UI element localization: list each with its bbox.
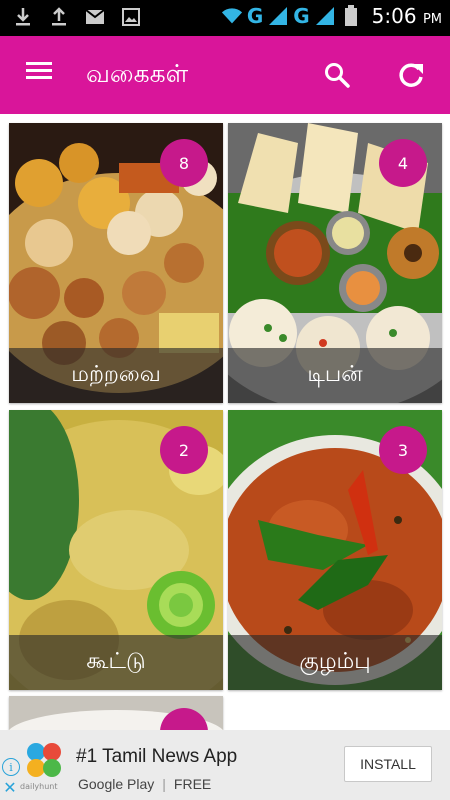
ad-info-icon[interactable]: i (2, 758, 20, 776)
ad-brand: dailyhunt (20, 782, 58, 791)
ad-subtitle: Google Play | FREE (78, 776, 212, 792)
signal-icon (267, 5, 289, 27)
wifi-icon (221, 5, 243, 27)
ad-store: Google Play (78, 776, 155, 792)
signal-icon-2 (314, 5, 336, 27)
item-count-badge: 4 (379, 139, 427, 187)
category-label: மற்றவை (9, 348, 223, 403)
status-bar: G G 5:06 PM (0, 0, 450, 36)
image-icon (120, 6, 142, 28)
page-title: வகைகள் (86, 59, 189, 88)
ad-close-icon[interactable]: ✕ (2, 780, 18, 796)
category-card-kuzhambu[interactable]: 3 குழம்பு (228, 410, 442, 690)
item-count-badge: 8 (160, 139, 208, 187)
category-card-tiffin[interactable]: 4 டிபன் (228, 123, 442, 403)
ad-banner[interactable]: i ✕ dailyhunt #1 Tamil News App Google P… (0, 730, 450, 800)
clock: 5:06 PM (371, 4, 442, 28)
battery-icon (340, 5, 362, 27)
category-label: கூட்டு (9, 635, 223, 690)
item-count-badge: 2 (160, 426, 208, 474)
item-count-badge: 3 (379, 426, 427, 474)
upload-icon (48, 6, 70, 28)
gmail-icon (84, 6, 106, 28)
network-type-label-2: G (293, 4, 310, 28)
refresh-icon[interactable] (392, 56, 430, 94)
category-label: டிபன் (228, 348, 442, 403)
ad-price: FREE (173, 776, 212, 792)
category-card-snacks[interactable]: 8 மற்றவை (9, 123, 223, 403)
ad-title[interactable]: #1 Tamil News App (76, 746, 237, 768)
install-button[interactable]: INSTALL (344, 746, 432, 782)
download-icon (12, 6, 34, 28)
app-bar: வகைகள் (0, 36, 450, 114)
dailyhunt-logo-icon (27, 743, 61, 777)
menu-icon[interactable] (22, 58, 56, 92)
category-label: குழம்பு (228, 635, 442, 690)
category-card-kootu[interactable]: 2 கூட்டு (9, 410, 223, 690)
network-type-label: G (246, 4, 264, 28)
search-icon[interactable] (318, 56, 356, 94)
